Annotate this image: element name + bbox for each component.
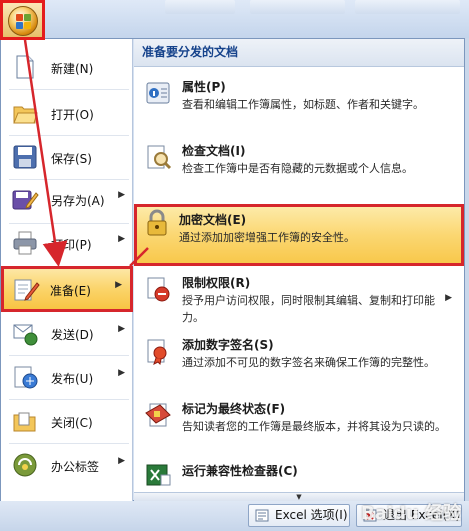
submenu-item-title: 运行兼容性检查器(C) bbox=[182, 464, 298, 478]
excel-options-label: Excel 选项(I) bbox=[275, 508, 348, 522]
menu-item-label: 准备(E) bbox=[50, 284, 91, 298]
submenu-item-title: 标记为最终状态(F) bbox=[182, 402, 286, 416]
properties-icon bbox=[146, 82, 170, 104]
digital-signature-icon bbox=[147, 339, 167, 365]
menu-item-label: 发布(U) bbox=[51, 372, 94, 386]
submenu-header: 准备要分发的文档 bbox=[134, 39, 464, 67]
submenu-item-encrypt[interactable]: 加密文档(E) 通过添加加密增强工作簿的安全性。 bbox=[134, 204, 464, 266]
office-menu: 新建(N) 打开(O) 保存(S) 另存为(A) ▶ 打印(P) ▶ 准备(E)… bbox=[0, 38, 465, 502]
options-document-icon bbox=[255, 509, 269, 522]
submenu-item-title: 加密文档(E) bbox=[179, 213, 247, 227]
menu-item-label: 保存(S) bbox=[51, 152, 92, 166]
submenu-item-digital-signature[interactable]: 添加数字签名(S) 通过添加不可见的数字签名来确保工作簿的完整性。 bbox=[134, 333, 464, 391]
lock-icon bbox=[147, 209, 167, 236]
open-folder-icon bbox=[13, 106, 38, 124]
close-folder-icon bbox=[13, 412, 36, 432]
menu-item-label: 另存为(A) bbox=[51, 194, 105, 208]
submenu-arrow-icon: ▶ bbox=[118, 456, 125, 466]
prepare-pencil-icon bbox=[14, 279, 40, 301]
submenu-item-desc: 查看和编辑工作簿属性，如标题、作者和关键字。 bbox=[182, 98, 424, 111]
send-icon bbox=[13, 324, 38, 346]
menu-item-label: 关闭(C) bbox=[51, 416, 93, 430]
restrict-permission-icon bbox=[147, 277, 170, 302]
submenu-item-desc: 授予用户访问权限，同时限制其编辑、复制和打印能力。 bbox=[182, 294, 435, 324]
menu-item-publish[interactable]: 发布(U) ▶ bbox=[1, 355, 133, 399]
prepare-submenu: 准备要分发的文档 属性(P) 查看和编辑工作簿属性，如标题、作者和关键字。 检查… bbox=[134, 39, 464, 502]
submenu-arrow-icon: ▶ bbox=[118, 234, 125, 244]
submenu-item-desc: 通过添加加密增强工作簿的安全性。 bbox=[179, 231, 355, 244]
menu-item-new[interactable]: 新建(N) bbox=[1, 45, 133, 89]
submenu-item-title: 属性(P) bbox=[182, 80, 226, 94]
submenu-arrow-icon: ▶ bbox=[118, 368, 125, 378]
submenu-item-desc: 通过添加不可见的数字签名来确保工作簿的完整性。 bbox=[182, 356, 435, 369]
left-command-list: 新建(N) 打开(O) 保存(S) 另存为(A) ▶ 打印(P) ▶ 准备(E)… bbox=[1, 39, 133, 502]
submenu-item-title: 添加数字签名(S) bbox=[182, 338, 274, 352]
menu-item-send[interactable]: 发送(D) ▶ bbox=[1, 311, 133, 355]
submenu-item-title: 限制权限(R) bbox=[182, 276, 251, 290]
submenu-item-desc: 检查工作簿中是否有隐藏的元数据或个人信息。 bbox=[182, 162, 413, 175]
submenu-item-restrict[interactable]: 限制权限(R) 授予用户访问权限，同时限制其编辑、复制和打印能力。 ▶ bbox=[134, 271, 464, 329]
submenu-item-title: 检查文档(I) bbox=[182, 144, 246, 158]
submenu-item-desc: 告知读者您的工作簿是最终版本，并将其设为只读的。 bbox=[182, 420, 446, 433]
compatibility-checker-icon bbox=[146, 464, 171, 486]
menu-item-close[interactable]: 关闭(C) bbox=[1, 399, 133, 443]
new-document-icon bbox=[16, 55, 34, 79]
mark-final-icon bbox=[145, 403, 171, 427]
office-logo-icon bbox=[8, 6, 38, 36]
submenu-arrow-icon: ▶ bbox=[118, 324, 125, 334]
menu-item-label: 发送(D) bbox=[51, 328, 94, 342]
menu-item-label: 新建(N) bbox=[51, 62, 94, 76]
background-window bbox=[0, 0, 469, 38]
menu-item-save[interactable]: 保存(S) bbox=[1, 135, 133, 179]
menu-item-office-tab[interactable]: 办公标签 ▶ bbox=[1, 443, 133, 487]
watermark-logo: Baidu 经验 bbox=[360, 503, 461, 524]
office-button[interactable] bbox=[0, 0, 45, 40]
submenu-arrow-icon: ▶ bbox=[445, 293, 452, 303]
office-tab-icon bbox=[13, 453, 37, 477]
submenu-arrow-icon: ▶ bbox=[115, 280, 122, 290]
menu-item-label: 打开(O) bbox=[51, 108, 94, 122]
save-as-icon bbox=[12, 190, 39, 210]
submenu-item-inspect[interactable]: 检查文档(I) 检查工作簿中是否有隐藏的元数据或个人信息。 bbox=[134, 139, 464, 197]
printer-icon bbox=[13, 231, 37, 255]
inspect-document-icon bbox=[147, 145, 172, 170]
submenu-item-properties[interactable]: 属性(P) 查看和编辑工作簿属性，如标题、作者和关键字。 bbox=[134, 75, 464, 133]
submenu-item-mark-final[interactable]: 标记为最终状态(F) 告知读者您的工作簿是最终版本，并将其设为只读的。 bbox=[134, 397, 464, 455]
menu-item-open[interactable]: 打开(O) bbox=[1, 91, 133, 135]
menu-item-label: 打印(P) bbox=[51, 238, 92, 252]
menu-item-label: 办公标签 bbox=[51, 460, 100, 474]
save-disk-icon bbox=[13, 145, 37, 169]
submenu-item-compatibility[interactable]: 运行兼容性检查器(C) bbox=[134, 459, 464, 489]
submenu-arrow-icon: ▶ bbox=[118, 190, 125, 200]
menu-item-print[interactable]: 打印(P) ▶ bbox=[1, 221, 133, 265]
menu-item-prepare[interactable]: 准备(E) ▶ bbox=[1, 266, 133, 312]
menu-item-save-as[interactable]: 另存为(A) ▶ bbox=[1, 177, 133, 221]
excel-options-button[interactable]: Excel 选项(I) bbox=[248, 504, 350, 527]
publish-icon bbox=[14, 366, 38, 389]
